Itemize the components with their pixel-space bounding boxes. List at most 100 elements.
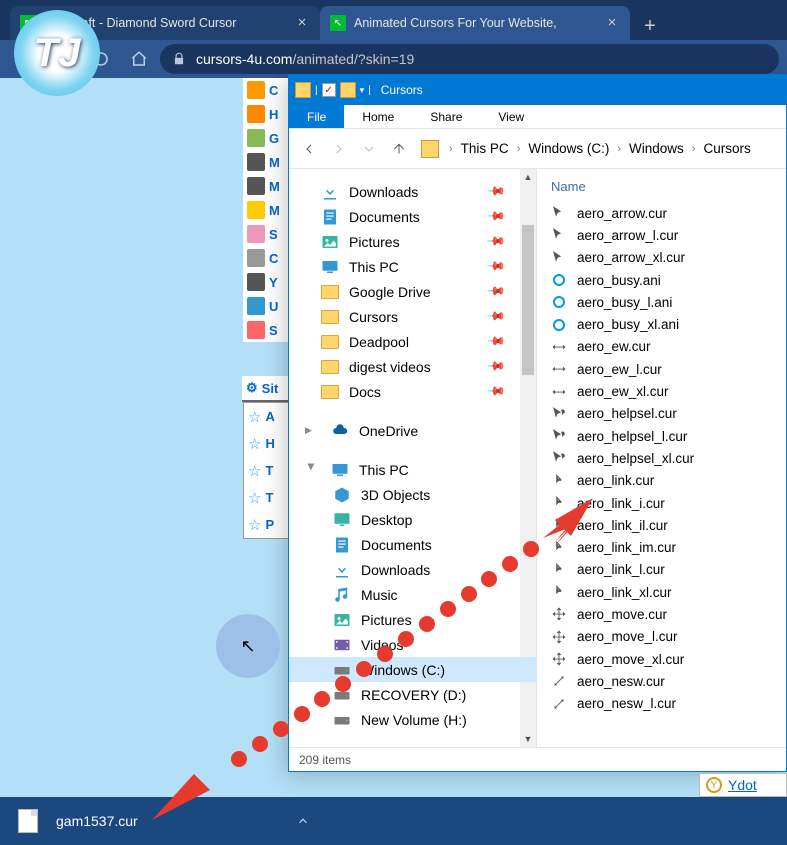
tree-label: Documents: [349, 209, 420, 225]
breadcrumb[interactable]: Cursors: [699, 141, 754, 156]
file-icon: [18, 809, 38, 833]
file-name: aero_ew.cur: [577, 339, 651, 354]
chevron-up-icon[interactable]: [288, 806, 318, 836]
chevron-right-icon[interactable]: ›: [447, 143, 455, 155]
up-button[interactable]: [385, 135, 413, 163]
file-item[interactable]: aero_arrow_l.cur: [551, 224, 786, 246]
chevron-right-icon[interactable]: ›: [615, 143, 623, 155]
tree-item[interactable]: Documents: [289, 532, 536, 557]
link-letter: T: [265, 490, 273, 505]
cursor-file-icon: [551, 384, 567, 400]
tree-item[interactable]: New Volume (H:): [289, 707, 536, 732]
tree-label: Cursors: [349, 309, 398, 325]
link-letter: C: [269, 83, 278, 98]
tree-label: Documents: [361, 537, 432, 553]
folder-icon: [321, 283, 339, 301]
tree-item[interactable]: Downloads: [289, 557, 536, 582]
cursor-file-icon: [551, 696, 567, 712]
breadcrumb[interactable]: Windows (C:): [524, 141, 613, 156]
chevron-right-icon[interactable]: ›: [690, 143, 698, 155]
tree-item[interactable]: Cursors📌: [289, 304, 536, 329]
file-item[interactable]: aero_move.cur: [551, 603, 786, 625]
tree-item[interactable]: digest videos📌: [289, 354, 536, 379]
new-tab-button[interactable]: +: [636, 12, 664, 40]
category-icon: [247, 249, 265, 267]
history-dropdown[interactable]: [355, 135, 383, 163]
tree-item[interactable]: Downloads📌: [289, 179, 536, 204]
file-item[interactable]: aero_link_xl.cur: [551, 581, 786, 603]
file-item[interactable]: aero_busy_l.ani: [551, 291, 786, 313]
file-item[interactable]: aero_ew_xl.cur: [551, 380, 786, 402]
tree-label: Pictures: [361, 612, 412, 628]
file-item[interactable]: aero_link.cur: [551, 470, 786, 492]
tree-item[interactable]: Desktop: [289, 507, 536, 532]
file-list: Name aero_arrow.cur aero_arrow_l.cur aero_…: [537, 169, 786, 747]
chevron-down-icon[interactable]: ▶: [306, 464, 317, 476]
pc-icon: [331, 461, 349, 479]
cursor-file-icon: [551, 673, 567, 689]
file-item[interactable]: aero_ew_l.cur: [551, 358, 786, 380]
gear-icon: ⚙: [246, 380, 258, 396]
file-item[interactable]: aero_helpsel.cur: [551, 403, 786, 425]
tree-item[interactable]: Google Drive📌: [289, 279, 536, 304]
tree-item[interactable]: Pictures: [289, 607, 536, 632]
link-letter: M: [269, 179, 280, 194]
tree-item[interactable]: Music: [289, 582, 536, 607]
file-item[interactable]: aero_arrow.cur: [551, 202, 786, 224]
link-letter: G: [269, 131, 279, 146]
tree-item[interactable]: Pictures📌: [289, 229, 536, 254]
file-item[interactable]: aero_move_xl.cur: [551, 648, 786, 670]
annotation-arrow-head-2: [152, 760, 232, 825]
folder-icon: [321, 358, 339, 376]
ribbon-tab-view[interactable]: View: [480, 105, 542, 128]
ribbon-tab-share[interactable]: Share: [412, 105, 480, 128]
tree-item-thispc[interactable]: ▶This PC: [289, 457, 536, 482]
file-item[interactable]: aero_busy_xl.ani: [551, 313, 786, 335]
scroll-down-icon[interactable]: ▼: [520, 731, 536, 747]
music-icon: [333, 586, 351, 604]
back-button[interactable]: [295, 135, 323, 163]
url-domain: cursors-4u.com: [196, 51, 292, 67]
file-item[interactable]: aero_helpsel_xl.cur: [551, 447, 786, 469]
tree-item[interactable]: 3D Objects: [289, 482, 536, 507]
address-bar[interactable]: cursors-4u.com/animated/?skin=19: [160, 44, 779, 74]
tree-item[interactable]: Documents 📌: [289, 204, 536, 229]
file-item[interactable]: aero_nesw.cur: [551, 670, 786, 692]
ribbon-tab-home[interactable]: Home: [344, 105, 412, 128]
ydot-link[interactable]: YYdot: [699, 773, 787, 797]
file-name: aero_move.cur: [577, 607, 667, 622]
file-name: aero_ew_xl.cur: [577, 384, 669, 399]
breadcrumb[interactable]: Windows: [625, 141, 688, 156]
close-icon[interactable]: ×: [294, 15, 310, 31]
pin-icon: 📌: [486, 206, 506, 226]
file-item[interactable]: aero_nesw_l.cur: [551, 693, 786, 715]
breadcrumb[interactable]: This PC: [457, 141, 513, 156]
file-name: aero_busy_l.ani: [577, 295, 672, 310]
tree-item[interactable]: Windows (C:): [289, 657, 536, 682]
chevron-down-icon[interactable]: ▾: [360, 85, 365, 96]
file-item[interactable]: aero_arrow_xl.cur: [551, 247, 786, 269]
file-item[interactable]: aero_helpsel_l.cur: [551, 425, 786, 447]
divider: |: [368, 85, 371, 96]
file-item[interactable]: aero_busy.ani: [551, 269, 786, 291]
ribbon-file-tab[interactable]: File: [289, 105, 344, 128]
browser-tab-2[interactable]: ↖ Animated Cursors For Your Website, ×: [320, 6, 630, 40]
chevron-right-icon[interactable]: ›: [515, 143, 523, 155]
window-titlebar[interactable]: | ✓ ▾ | Cursors: [289, 75, 786, 105]
category-icon: [247, 273, 265, 291]
column-header-name[interactable]: Name: [551, 179, 786, 194]
file-name: aero_arrow_l.cur: [577, 228, 678, 243]
cursor-file-icon: [551, 473, 567, 489]
file-name: aero_link.cur: [577, 473, 654, 488]
home-button[interactable]: [122, 42, 156, 76]
checkbox-icon[interactable]: ✓: [322, 83, 336, 97]
file-item[interactable]: aero_ew.cur: [551, 336, 786, 358]
tree-item-onedrive[interactable]: ▶OneDrive: [289, 418, 536, 443]
tree-item[interactable]: Deadpool📌: [289, 329, 536, 354]
download-chip[interactable]: gam1537.cur: [18, 809, 138, 833]
file-item[interactable]: aero_move_l.cur: [551, 626, 786, 648]
chevron-right-icon[interactable]: ▶: [305, 425, 317, 436]
tree-item[interactable]: Docs📌: [289, 379, 536, 404]
close-icon[interactable]: ×: [604, 15, 620, 31]
tree-item[interactable]: This PC📌: [289, 254, 536, 279]
